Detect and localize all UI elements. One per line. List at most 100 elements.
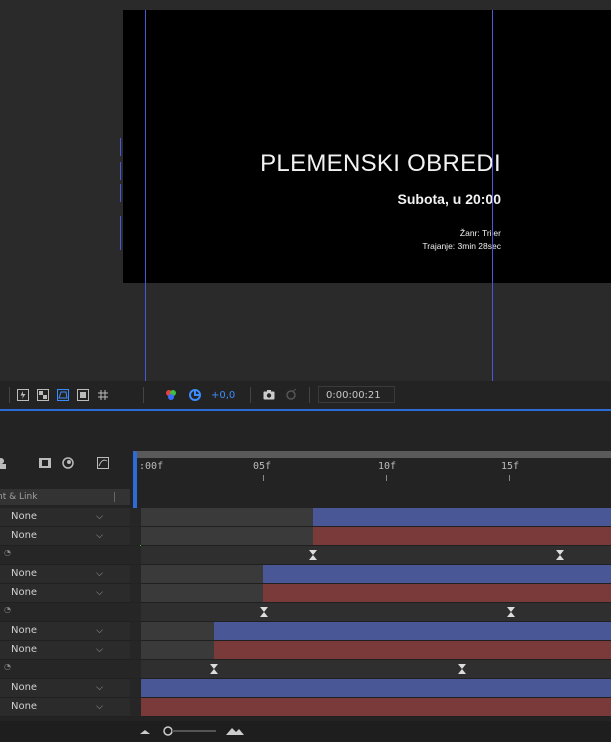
layer-track[interactable] xyxy=(141,584,611,603)
layer-bar[interactable] xyxy=(263,565,611,583)
graph-editor-icon[interactable] xyxy=(97,457,109,469)
layer-bar[interactable] xyxy=(141,679,611,697)
property-row-controls: ◔ xyxy=(0,603,130,622)
keyframe-icon[interactable] xyxy=(260,607,268,617)
parent-select-value: None xyxy=(11,511,38,522)
layer-bar[interactable] xyxy=(313,508,611,526)
keyframe-icon[interactable] xyxy=(458,664,466,674)
parent-select[interactable]: None ⌵ xyxy=(11,624,107,638)
keyframe-icon[interactable] xyxy=(309,550,317,560)
comp-genre-text[interactable]: Žanr: Triler xyxy=(460,228,501,238)
parent-select[interactable]: None ⌵ xyxy=(11,700,107,714)
exposure-value[interactable]: +0,0 xyxy=(211,390,235,401)
tick-label: 15f xyxy=(501,461,520,472)
layer-row: None ⌵ xyxy=(0,679,611,698)
show-snapshot-icon[interactable] xyxy=(285,389,297,401)
keyframe-track[interactable] xyxy=(141,660,611,679)
layer-track[interactable] xyxy=(141,698,611,717)
motion-blur-icon[interactable] xyxy=(62,457,74,469)
layer-bar[interactable] xyxy=(214,622,611,640)
guide-line-left[interactable] xyxy=(145,10,146,381)
row-gutter xyxy=(130,698,141,716)
layer-row: None ⌵ xyxy=(0,527,611,546)
composition-viewer[interactable]: PLEMENSKI OBREDI Subota, u 20:00 Žanr: T… xyxy=(0,0,611,381)
layer-track[interactable] xyxy=(141,565,611,584)
property-row: ◔ xyxy=(0,603,611,622)
guide-mark xyxy=(120,138,121,156)
tick-label: 10f xyxy=(378,461,397,472)
layer-track[interactable] xyxy=(141,679,611,698)
layer-track[interactable] xyxy=(141,527,611,546)
fast-previews-icon[interactable] xyxy=(17,389,29,401)
viewer-toolbar: +0,0 0:00:00:21 xyxy=(0,381,611,411)
region-of-interest-icon[interactable] xyxy=(77,389,89,401)
parent-select[interactable]: None ⌵ xyxy=(11,586,107,600)
comp-title-text[interactable]: PLEMENSKI OBREDI xyxy=(260,150,501,178)
stopwatch-icon[interactable]: ◔ xyxy=(4,605,11,614)
transparency-grid-icon[interactable] xyxy=(37,389,49,401)
layer-row: None ⌵ xyxy=(0,508,611,527)
column-divider xyxy=(114,492,115,502)
row-gutter xyxy=(130,603,141,621)
ruler-tick xyxy=(263,475,264,481)
zoom-slider[interactable] xyxy=(162,725,216,737)
toolbar-separator xyxy=(143,387,144,403)
mask-visibility-icon[interactable] xyxy=(57,389,69,401)
toolbar-separator xyxy=(309,387,310,403)
parent-select-value: None xyxy=(11,682,38,693)
parent-link-column-header[interactable]: nt & Link xyxy=(0,489,130,505)
chevron-down-icon: ⌵ xyxy=(96,645,103,655)
layer-track[interactable] xyxy=(141,641,611,660)
layer-row: None ⌵ xyxy=(0,584,611,603)
keyframe-track[interactable] xyxy=(141,603,611,622)
layer-bar[interactable] xyxy=(141,698,611,716)
layer-bar[interactable] xyxy=(214,641,611,659)
parent-select-value: None xyxy=(11,530,38,541)
color-channels-icon[interactable] xyxy=(165,389,177,401)
keyframe-icon[interactable] xyxy=(210,664,218,674)
guide-mark xyxy=(120,216,121,250)
chevron-down-icon: ⌵ xyxy=(96,683,103,693)
keyframe-icon[interactable] xyxy=(507,607,515,617)
frame-blending-icon[interactable] xyxy=(39,457,51,469)
parent-select[interactable]: None ⌵ xyxy=(11,681,107,695)
parent-select[interactable]: None ⌵ xyxy=(11,529,107,543)
shy-layers-icon[interactable] xyxy=(0,457,10,469)
snapshot-icon[interactable] xyxy=(263,389,275,401)
stopwatch-icon[interactable]: ◔ xyxy=(4,548,11,557)
parent-select[interactable]: None ⌵ xyxy=(11,510,107,524)
layer-bar[interactable] xyxy=(263,584,611,602)
layer-row: None ⌵ xyxy=(0,698,611,717)
zoom-in-icon[interactable] xyxy=(226,726,244,736)
stopwatch-icon[interactable]: ◔ xyxy=(4,662,11,671)
row-gutter xyxy=(130,546,141,564)
current-time-indicator[interactable] xyxy=(133,451,137,511)
comp-date-text[interactable]: Subota, u 20:00 xyxy=(398,191,501,207)
guide-line-right[interactable] xyxy=(492,10,493,381)
parent-select-value: None xyxy=(11,701,38,712)
layer-track[interactable] xyxy=(141,508,611,527)
timecode-field[interactable]: 0:00:00:21 xyxy=(318,386,395,403)
layer-row-controls: None ⌵ xyxy=(0,698,130,717)
time-ruler[interactable]: ):00f 05f 10f 15f xyxy=(133,451,611,547)
comp-duration-text[interactable]: Trajanje: 3min 28sec xyxy=(422,241,501,251)
zoom-out-icon[interactable] xyxy=(140,728,150,736)
layer-track[interactable] xyxy=(141,622,611,641)
keyframe-track[interactable] xyxy=(141,546,611,565)
layer-row-controls: None ⌵ xyxy=(0,622,130,641)
guides-grid-icon[interactable] xyxy=(97,389,109,401)
layer-row-controls: None ⌵ xyxy=(0,527,130,546)
chevron-down-icon: ⌵ xyxy=(96,512,103,522)
composition-frame[interactable]: PLEMENSKI OBREDI Subota, u 20:00 Žanr: T… xyxy=(123,10,611,283)
keyframe-icon[interactable] xyxy=(556,550,564,560)
parent-select[interactable]: None ⌵ xyxy=(11,643,107,657)
chevron-down-icon: ⌵ xyxy=(96,626,103,636)
parent-select[interactable]: None ⌵ xyxy=(11,567,107,581)
layer-bar[interactable] xyxy=(313,527,611,545)
reset-exposure-icon[interactable] xyxy=(189,389,201,401)
time-navigator-bar[interactable] xyxy=(133,451,611,458)
row-gutter xyxy=(130,660,141,678)
property-row-controls: ◔ xyxy=(0,546,130,565)
layer-row: None ⌵ xyxy=(0,565,611,584)
row-gutter xyxy=(130,641,141,659)
